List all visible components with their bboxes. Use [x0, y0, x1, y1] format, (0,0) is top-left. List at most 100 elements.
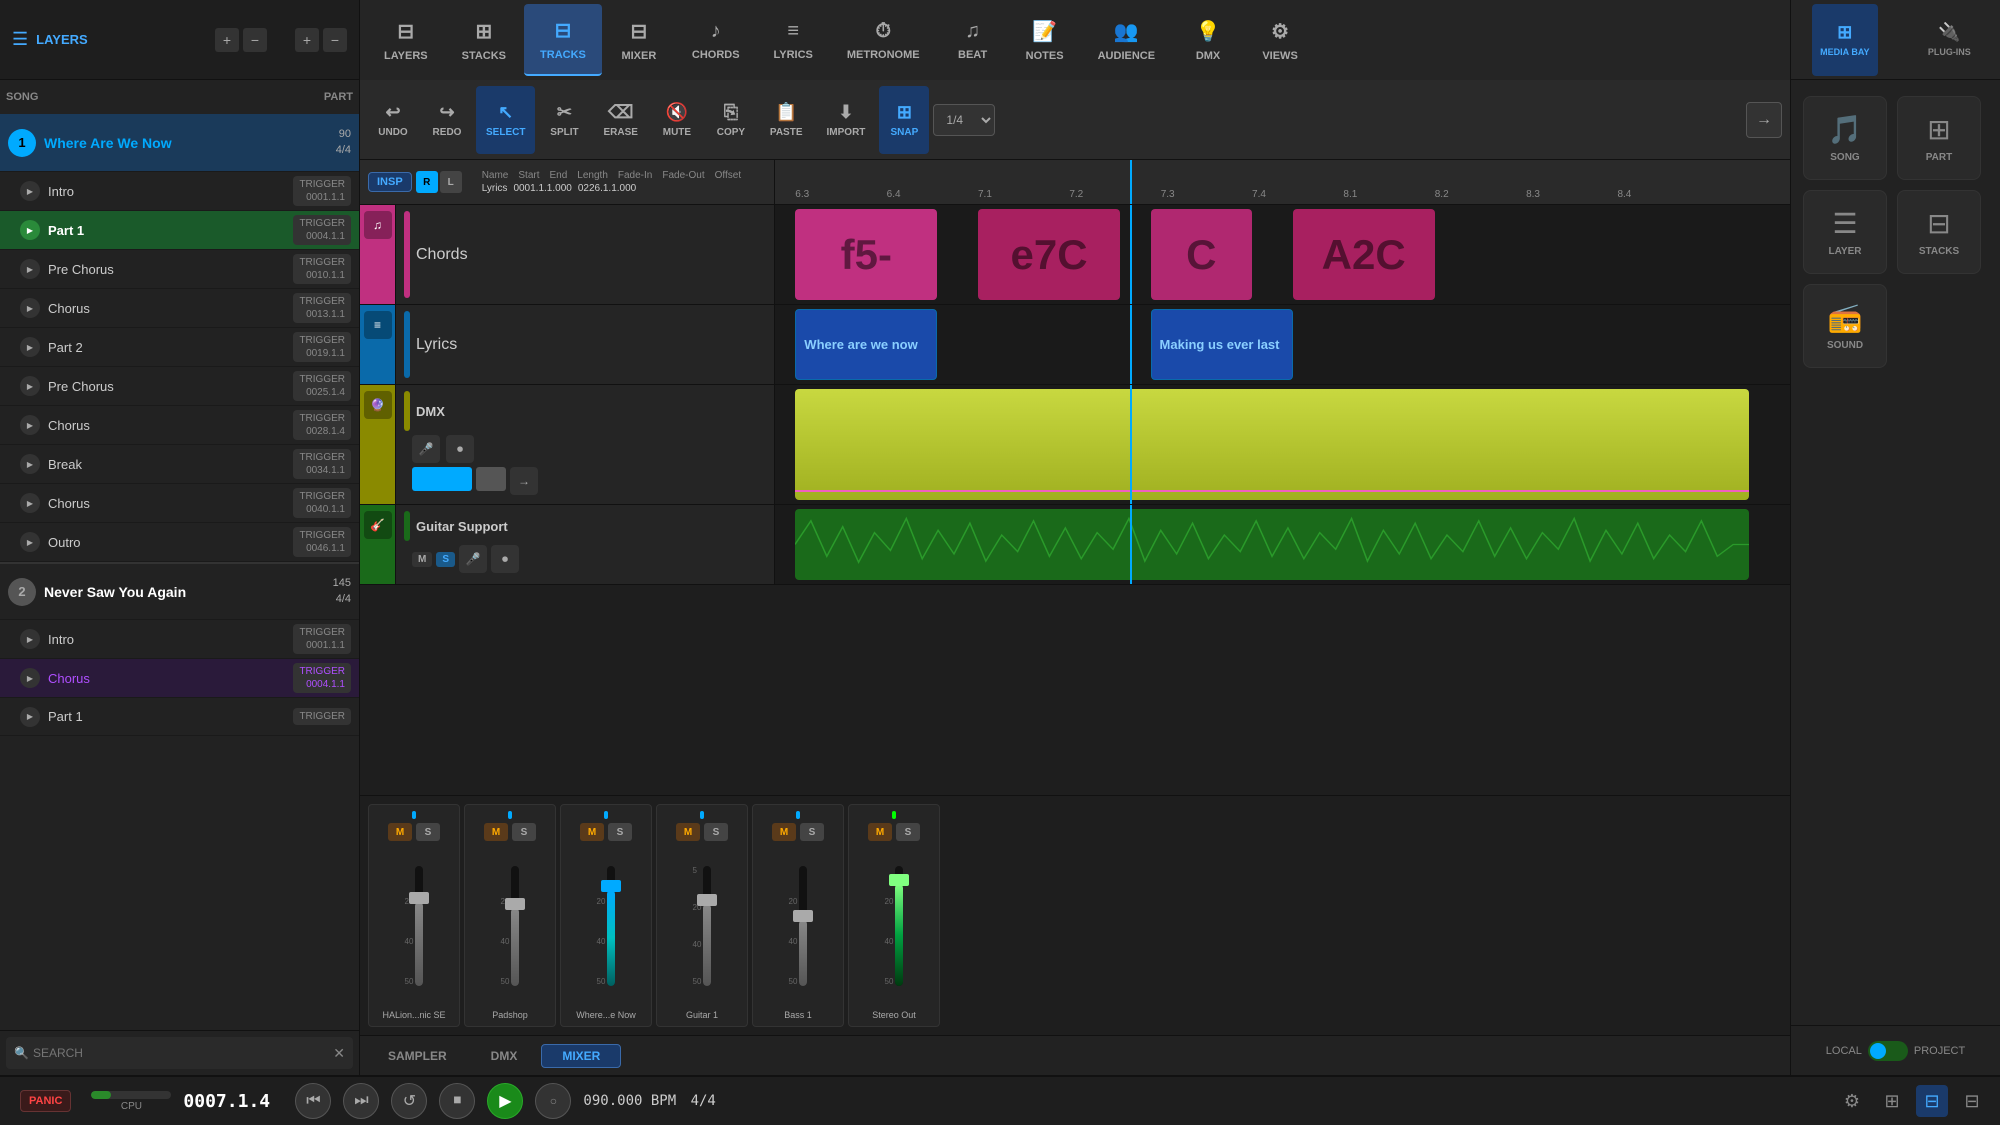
- snap-value-select[interactable]: 1/4 1/8 1/16: [933, 104, 995, 136]
- media-song-item[interactable]: 🎵 SONG: [1803, 96, 1887, 180]
- part-item-part2[interactable]: ▶ Part 2 TRIGGER 0019.1.1: [0, 328, 359, 367]
- tab-chords[interactable]: ♪ CHORDS: [676, 4, 756, 76]
- ch3-fader-knob[interactable]: [601, 880, 621, 892]
- tab-dmx-bottom[interactable]: DMX: [471, 1045, 538, 1067]
- dmx-segment-a[interactable]: [412, 467, 472, 491]
- part-item-prechorus2[interactable]: ▶ Pre Chorus TRIGGER 0025.1.4: [0, 367, 359, 406]
- panic-button[interactable]: PANIC: [20, 1090, 71, 1112]
- transport-view-button[interactable]: ⊟: [1916, 1085, 1948, 1117]
- ch3-solo-button[interactable]: S: [608, 823, 632, 841]
- part-play-break[interactable]: ▶: [20, 454, 40, 474]
- part-play-part1[interactable]: ▶: [20, 220, 40, 240]
- media-stacks-item[interactable]: ⊟ STACKS: [1897, 190, 1981, 274]
- dmx-mic-icon[interactable]: 🎤: [412, 435, 440, 463]
- part-play-s2-intro[interactable]: ▶: [20, 629, 40, 649]
- chord-clip-f5[interactable]: f5-: [795, 209, 937, 300]
- part-item-chorus3[interactable]: ▶ Chorus TRIGGER 0040.1.1: [0, 484, 359, 523]
- part-item-break[interactable]: ▶ Break TRIGGER 0034.1.1: [0, 445, 359, 484]
- inspector-button[interactable]: INSP: [368, 172, 412, 192]
- tab-layers[interactable]: ⊟ LAYERS: [368, 4, 444, 76]
- dmx-track-icon[interactable]: 🔮: [364, 391, 392, 419]
- media-part-item[interactable]: ⊞ PART: [1897, 96, 1981, 180]
- ch1-mute-button[interactable]: M: [388, 823, 412, 841]
- chord-clip-c[interactable]: C: [1151, 209, 1253, 300]
- import-button[interactable]: ⬇ IMPORT: [817, 86, 876, 154]
- dmx-record-icon[interactable]: ⏺: [446, 435, 474, 463]
- erase-button[interactable]: ⌫ ERASE: [593, 86, 647, 154]
- ch4-fader-track[interactable]: [703, 866, 711, 986]
- part-minus-button[interactable]: −: [323, 28, 347, 52]
- part-item-chorus2[interactable]: ▶ Chorus TRIGGER 0028.1.4: [0, 406, 359, 445]
- search-bar[interactable]: 🔍 ✕: [6, 1037, 353, 1069]
- tab-mixer-bottom[interactable]: MIXER: [541, 1044, 621, 1068]
- ch2-mute-button[interactable]: M: [484, 823, 508, 841]
- part-item-chorus1[interactable]: ▶ Chorus TRIGGER 0013.1.1: [0, 289, 359, 328]
- part-item-prechorus1[interactable]: ▶ Pre Chorus TRIGGER 0010.1.1: [0, 250, 359, 289]
- ch5-mute-button[interactable]: M: [772, 823, 796, 841]
- ch4-solo-button[interactable]: S: [704, 823, 728, 841]
- ch4-mute-button[interactable]: M: [676, 823, 700, 841]
- part-play-chorus2[interactable]: ▶: [20, 415, 40, 435]
- part-item-s2-intro[interactable]: ▶ Intro TRIGGER 0001.1.1: [0, 620, 359, 659]
- ch4-fader-knob[interactable]: [697, 894, 717, 906]
- part-play-intro[interactable]: ▶: [20, 181, 40, 201]
- part-item-intro[interactable]: ▶ Intro TRIGGER 0001.1.1: [0, 172, 359, 211]
- dmx-segment-b[interactable]: [476, 467, 506, 491]
- ch2-solo-button[interactable]: S: [512, 823, 536, 841]
- song-minus-button[interactable]: −: [243, 28, 267, 52]
- split-button[interactable]: ✂ SPLIT: [539, 86, 589, 154]
- toggle-r-button[interactable]: R: [416, 171, 438, 193]
- part-play-outro[interactable]: ▶: [20, 532, 40, 552]
- guitar-m-button[interactable]: M: [412, 552, 432, 567]
- search-input[interactable]: [33, 1046, 329, 1060]
- media-sound-item[interactable]: 📻 SOUND: [1803, 284, 1887, 368]
- part-item-part1[interactable]: ▶ Part 1 TRIGGER 0004.1.1: [0, 211, 359, 250]
- loop-button[interactable]: ↺: [391, 1083, 427, 1119]
- media-layer-item[interactable]: ☰ LAYER: [1803, 190, 1887, 274]
- ch3-fader-track[interactable]: [607, 866, 615, 986]
- ch5-fader-knob[interactable]: [793, 910, 813, 922]
- copy-button[interactable]: ⎘ COPY: [706, 86, 756, 154]
- rewind-to-start-button[interactable]: ⏮: [295, 1083, 331, 1119]
- dmx-arrow-right[interactable]: →: [510, 467, 538, 495]
- part-play-s2-part1[interactable]: ▶: [20, 707, 40, 727]
- tab-plug-ins[interactable]: 🔌 PLUG-INS: [1920, 4, 1979, 76]
- part-play-prechorus1[interactable]: ▶: [20, 259, 40, 279]
- ch2-fader-track[interactable]: [511, 866, 519, 986]
- tab-mixer[interactable]: ⊟ MIXER: [604, 4, 674, 76]
- part-item-s2-chorus[interactable]: ▶ Chorus TRIGGER 0004.1.1: [0, 659, 359, 698]
- snap-button[interactable]: ⊞ SNAP: [879, 86, 929, 154]
- tab-lyrics[interactable]: ≡ LYRICS: [758, 4, 829, 76]
- guitar-mic-icon[interactable]: 🎤: [459, 545, 487, 573]
- redo-button[interactable]: ↪ REDO: [422, 86, 472, 154]
- lyric-clip-1[interactable]: Where are we now: [795, 309, 937, 380]
- ch1-fader-knob[interactable]: [409, 892, 429, 904]
- tab-metronome[interactable]: ⏱ METRONOME: [831, 4, 936, 76]
- paste-button[interactable]: 📋 PASTE: [760, 86, 813, 154]
- search-clear-button[interactable]: ✕: [333, 1045, 345, 1062]
- guitar-record-icon[interactable]: ⏺: [491, 545, 519, 573]
- lyric-clip-2[interactable]: Making us ever last: [1151, 309, 1293, 380]
- ch1-fader-track[interactable]: [415, 866, 423, 986]
- part-play-prechorus2[interactable]: ▶: [20, 376, 40, 396]
- navigate-right-button[interactable]: →: [1746, 102, 1782, 138]
- mute-button[interactable]: 🔇 MUTE: [652, 86, 702, 154]
- ch6-fader-knob[interactable]: [889, 874, 909, 886]
- transport-settings-button[interactable]: ⚙: [1836, 1085, 1868, 1117]
- chords-track-content[interactable]: f5- e7C C A2C: [775, 205, 1790, 304]
- chord-clip-a2c[interactable]: A2C: [1293, 209, 1435, 300]
- ch3-mute-button[interactable]: M: [580, 823, 604, 841]
- record-arm-button[interactable]: ○: [535, 1083, 571, 1119]
- tab-sampler[interactable]: SAMPLER: [368, 1045, 467, 1067]
- toggle-l-button[interactable]: L: [440, 171, 462, 193]
- play-button[interactable]: ▶: [487, 1083, 523, 1119]
- part-play-chorus1[interactable]: ▶: [20, 298, 40, 318]
- tab-notes[interactable]: 📝 NOTES: [1010, 4, 1080, 76]
- lyrics-track-icon[interactable]: ≡: [364, 311, 392, 339]
- ch6-fader-track[interactable]: [895, 866, 903, 986]
- tab-dmx[interactable]: 💡 DMX: [1173, 4, 1243, 76]
- guitar-track-icon[interactable]: 🎸: [364, 511, 392, 539]
- tab-views[interactable]: ⚙ VIEWS: [1245, 4, 1315, 76]
- part-play-s2-chorus[interactable]: ▶: [20, 668, 40, 688]
- part-play-chorus3[interactable]: ▶: [20, 493, 40, 513]
